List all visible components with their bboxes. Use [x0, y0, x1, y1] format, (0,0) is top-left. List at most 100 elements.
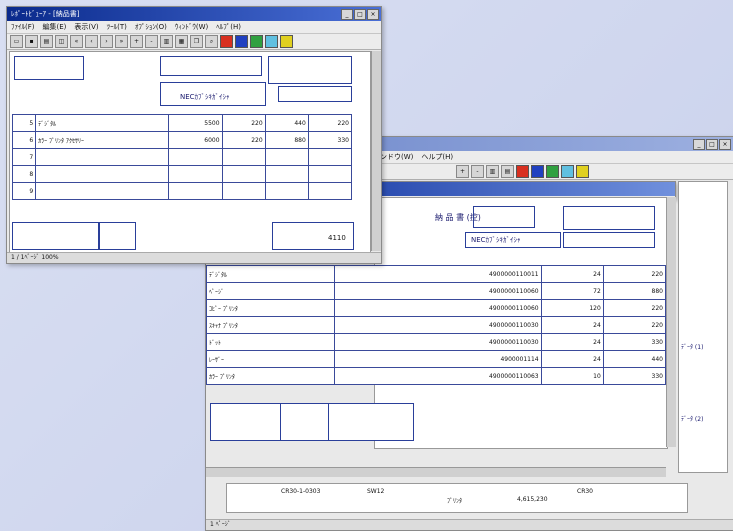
save-icon[interactable]: ▪: [25, 35, 38, 48]
item-col1: 220: [221, 131, 266, 149]
menu-options[interactable]: ｵﾌﾟｼｮﾝ(O): [135, 21, 167, 33]
zoom-out-icon[interactable]: -: [471, 165, 484, 178]
item-price: 330: [602, 333, 667, 351]
item-code: 4900000110063: [334, 367, 542, 385]
color-swatch-yellow[interactable]: [280, 35, 293, 48]
header-address-box: [268, 56, 352, 84]
print-icon[interactable]: ▤: [40, 35, 53, 48]
item-code: 4900000110060: [334, 299, 542, 317]
front-menubar: ﾌｧｲﾙ(F) 編集(E) 表示(V) ﾂｰﾙ(T) ｵﾌﾟｼｮﾝ(O) ｳｨﾝ…: [7, 21, 381, 34]
slip-header-box: [473, 206, 535, 228]
color-swatch-red[interactable]: [516, 165, 529, 178]
item-col3: 220: [307, 114, 353, 132]
item-code: 4900001114: [334, 350, 542, 368]
menu-tools[interactable]: ﾂｰﾙ(T): [107, 21, 127, 33]
item-qty: 24: [540, 316, 604, 334]
color-swatch-green[interactable]: [546, 165, 559, 178]
item-amount: [168, 165, 223, 183]
grid-icon[interactable]: ▦: [175, 35, 188, 48]
maximize-icon[interactable]: □: [354, 9, 366, 20]
item-name: ｺﾋﾟｰ ﾌﾟﾘﾝﾀ: [205, 299, 336, 317]
item-col2: [264, 148, 309, 166]
item-col3: [307, 148, 353, 166]
front-toolbar: ▭ ▪ ▤ ◫ « ‹ › » + - ▥ ▦ ❐ ⌕: [7, 34, 381, 50]
front-item-table: 5 ﾃﾞｼﾞﾀﾙ 5500 220 440 220 6 ｶﾗｰ ﾌﾟﾘﾝﾀ ｱｸｾｻﾘｰ 600…: [11, 114, 353, 200]
window-title: ﾚﾎﾟｰﾄﾋﾞｭｰｱ - [納品書]: [11, 10, 80, 18]
color-swatch-blue[interactable]: [235, 35, 248, 48]
table-row: ｺﾋﾟｰ ﾌﾟﾘﾝﾀ 4900000110060 120 220: [205, 299, 667, 317]
item-col1: [221, 165, 266, 183]
item-code: 4900000110060: [334, 282, 542, 300]
menu-window[interactable]: ｳｨﾝﾄﾞｳ(W): [175, 21, 208, 33]
first-page-icon[interactable]: «: [70, 35, 83, 48]
back-doc-hscroll[interactable]: [206, 467, 666, 477]
child-titlebar[interactable]: [375, 182, 675, 196]
menu-edit[interactable]: 編集(E): [43, 21, 67, 33]
color-swatch-cyan[interactable]: [561, 165, 574, 178]
customer-name: NECｶﾌﾞｼｷｶﾞｲｼｬ: [180, 93, 230, 101]
open-icon[interactable]: ▭: [10, 35, 23, 48]
table-row: 7: [11, 148, 353, 166]
menu-help[interactable]: ヘルプ(H): [421, 151, 453, 163]
remarks-box-3: [328, 403, 414, 441]
menu-view[interactable]: 表示(V): [74, 21, 98, 33]
preview-icon[interactable]: ◫: [55, 35, 68, 48]
table-row: 8: [11, 165, 353, 183]
front-status-bar: 1 / 1ﾍﾟｰｼﾞ 100%: [7, 252, 381, 263]
item-qty: 24: [540, 350, 604, 368]
table-row: ﾄﾞｯﾄ 4900000110030 24 330: [205, 333, 667, 351]
front-vscroll[interactable]: [371, 51, 381, 251]
maximize-icon[interactable]: □: [706, 139, 718, 150]
item-qty: 24: [540, 333, 604, 351]
chart-icon[interactable]: ▥: [160, 35, 173, 48]
side-label-1: ﾃﾞｰﾀ (1): [681, 344, 704, 351]
item-amount: [168, 148, 223, 166]
color-swatch-yellow[interactable]: [576, 165, 589, 178]
color-swatch-green[interactable]: [250, 35, 263, 48]
item-col3: [307, 165, 353, 183]
front-document-page: NECｶﾌﾞｼｷｶﾞｲｼｬ 5 ﾃﾞｼﾞﾀﾙ 5500 220 440 220 6 ｶﾗｰ ﾌ…: [9, 51, 371, 253]
item-name: ﾚｰｻﾞｰ: [205, 350, 336, 368]
prev-page-icon[interactable]: ‹: [85, 35, 98, 48]
color-swatch-cyan[interactable]: [265, 35, 278, 48]
item-amount: 5500: [168, 114, 223, 132]
item-name: ﾃﾞｼﾞﾀﾙ: [35, 114, 170, 132]
zoom-out-icon[interactable]: -: [145, 35, 158, 48]
note-box: [98, 222, 136, 250]
close-icon[interactable]: ×: [367, 9, 379, 20]
item-name: ﾍﾟｰｼﾞ: [205, 282, 336, 300]
item-price: 330: [602, 367, 667, 385]
back-doc-vscroll[interactable]: [666, 197, 676, 447]
chart-icon[interactable]: ▥: [486, 165, 499, 178]
close-icon[interactable]: ×: [719, 139, 731, 150]
table-row: ｶﾗｰ ﾌﾟﾘﾝﾀ 4900000110063 10 330: [205, 367, 667, 385]
item-code: 4900000110030: [334, 333, 542, 351]
item-qty: 24: [540, 265, 604, 283]
back-status-bar: 1 ﾍﾟｰｼﾞ: [206, 519, 733, 530]
side-label-2: ﾃﾞｰﾀ (2): [681, 416, 704, 423]
minimize-icon[interactable]: _: [341, 9, 353, 20]
print-icon[interactable]: ▤: [501, 165, 514, 178]
item-col1: [221, 182, 266, 200]
footer-cr: CR30: [577, 488, 593, 495]
zoom-in-icon[interactable]: +: [456, 165, 469, 178]
minimize-icon[interactable]: _: [693, 139, 705, 150]
item-code: 4900000110011: [334, 265, 542, 283]
menu-file[interactable]: ﾌｧｲﾙ(F): [11, 21, 35, 33]
item-code: 4900000110030: [334, 316, 542, 334]
next-page-icon[interactable]: ›: [100, 35, 113, 48]
item-amount: 6000: [168, 131, 223, 149]
find-icon[interactable]: ⌕: [205, 35, 218, 48]
row-number: 9: [11, 182, 37, 200]
header-id-box: [14, 56, 84, 80]
color-swatch-blue[interactable]: [531, 165, 544, 178]
front-window-titlebar[interactable]: ﾚﾎﾟｰﾄﾋﾞｭｰｱ - [納品書] _ □ ×: [7, 7, 381, 21]
last-page-icon[interactable]: »: [115, 35, 128, 48]
item-name: ﾃﾞｼﾞﾀﾙ: [205, 265, 336, 283]
remarks-box: [12, 222, 100, 250]
row-number: 7: [11, 148, 37, 166]
color-swatch-red[interactable]: [220, 35, 233, 48]
menu-help[interactable]: ﾍﾙﾌﾟ(H): [216, 21, 241, 33]
zoom-in-icon[interactable]: +: [130, 35, 143, 48]
copy-icon[interactable]: ❐: [190, 35, 203, 48]
